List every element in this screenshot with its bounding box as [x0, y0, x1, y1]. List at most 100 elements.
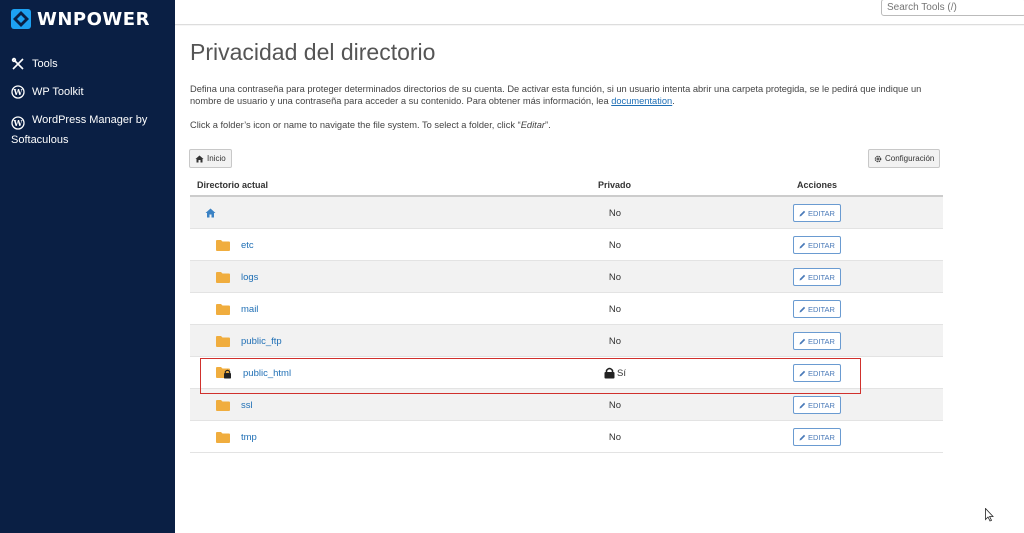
dir-cell: ssl — [204, 389, 253, 421]
folder-name-link[interactable]: public_html — [243, 368, 291, 379]
private-cell: No — [608, 303, 622, 315]
sidebar-nav: Tools W WP Toolkit W WordPress Manager b… — [0, 50, 175, 154]
edit-button[interactable]: EDITAR — [793, 300, 841, 318]
home-button[interactable]: Inicio — [189, 149, 232, 168]
edit-button[interactable]: EDITAR — [793, 332, 841, 350]
svg-text:W: W — [13, 118, 24, 128]
private-cell: No — [608, 271, 622, 283]
folder-icon[interactable] — [216, 335, 230, 347]
brand-logo[interactable]: WNPOWER — [10, 8, 150, 30]
edit-button-label: EDITAR — [808, 400, 835, 410]
folder-name-link[interactable]: logs — [241, 272, 258, 283]
tools-icon — [11, 57, 24, 70]
table-row: logs No EDITAR — [190, 261, 943, 293]
private-cell: No — [608, 399, 622, 411]
folder-name-link[interactable]: ssl — [241, 400, 253, 411]
wordpress-icon: W — [11, 85, 25, 99]
dir-cell: logs — [204, 261, 258, 293]
table-row: No EDITAR — [190, 197, 943, 229]
table-row: etc No EDITAR — [190, 229, 943, 261]
edit-button-label: EDITAR — [808, 432, 835, 442]
lock-icon — [604, 367, 615, 379]
folder-icon[interactable] — [216, 399, 230, 411]
sidebar-item-label: Tools — [32, 58, 58, 70]
col-header-actions: Acciones — [797, 180, 838, 190]
sidebar-item-wordpress-manager[interactable]: W WordPress Manager by Softaculous — [0, 106, 175, 154]
edit-button[interactable]: EDITAR — [793, 396, 841, 414]
edit-button-label: EDITAR — [808, 336, 835, 346]
home-icon — [195, 155, 204, 162]
home-icon[interactable] — [205, 208, 216, 218]
folder-name-link[interactable]: mail — [241, 304, 258, 315]
hint-emphasis: Editar — [520, 120, 546, 130]
top-bar — [175, 0, 1024, 25]
dir-cell: public_html — [204, 357, 291, 389]
pencil-icon — [799, 210, 806, 216]
documentation-link[interactable]: documentation — [611, 96, 672, 106]
edit-button[interactable]: EDITAR — [793, 204, 841, 222]
private-cell: No — [608, 431, 622, 443]
settings-button[interactable]: Configuración — [868, 149, 941, 168]
dir-cell: etc — [204, 229, 254, 261]
edit-button-label: EDITAR — [808, 272, 835, 282]
edit-button-label: EDITAR — [808, 240, 835, 250]
dir-cell: mail — [204, 293, 258, 325]
page-title: Privacidad del directorio — [190, 39, 436, 65]
edit-button-label: EDITAR — [808, 368, 835, 378]
search-input[interactable] — [881, 0, 1024, 16]
pencil-icon — [799, 370, 806, 376]
hint-suffix: ”. — [545, 120, 551, 130]
dir-cell: public_ftp — [204, 325, 282, 357]
sidebar-item-tools[interactable]: Tools — [0, 50, 175, 78]
navigation-hint: Click a folder’s icon or name to navigat… — [190, 120, 551, 130]
dir-cell: tmp — [204, 421, 257, 453]
description-text: Defina una contraseña para proteger dete… — [190, 84, 922, 106]
pencil-icon — [799, 306, 806, 312]
edit-button[interactable]: EDITAR — [793, 364, 841, 382]
sidebar-item-label: WP Toolkit — [32, 86, 84, 98]
table-row: tmp No EDITAR — [190, 421, 943, 453]
col-header-private: Privado — [598, 180, 632, 190]
brand-logo-icon — [11, 9, 31, 29]
gear-icon — [874, 155, 882, 162]
folder-name-link[interactable]: etc — [241, 240, 254, 251]
pencil-icon — [799, 242, 806, 248]
edit-button[interactable]: EDITAR — [793, 428, 841, 446]
table-row: ssl No EDITAR — [190, 389, 943, 421]
settings-button-label: Configuración — [885, 154, 935, 163]
mouse-cursor-icon — [985, 508, 994, 522]
edit-button[interactable]: EDITAR — [793, 268, 841, 286]
folder-icon[interactable] — [216, 271, 230, 283]
folder-icon[interactable] — [216, 239, 230, 251]
pencil-icon — [799, 402, 806, 408]
edit-button-label: EDITAR — [808, 208, 835, 218]
pencil-icon — [799, 274, 806, 280]
folder-name-link[interactable]: public_ftp — [241, 336, 282, 347]
col-header-dir: Directorio actual — [197, 180, 269, 190]
locked-folder-icon[interactable] — [216, 367, 232, 379]
private-cell: No — [608, 239, 622, 251]
folder-icon[interactable] — [216, 303, 230, 315]
folder-icon[interactable] — [216, 431, 230, 443]
table-header: Directorio actual Privado Acciones — [190, 176, 943, 197]
page-description: Defina una contraseña para proteger dete… — [190, 84, 922, 106]
dir-cell — [204, 197, 216, 229]
sidebar-item-label: WordPress Manager by Softaculous — [11, 114, 148, 146]
edit-button-label: EDITAR — [808, 304, 835, 314]
directory-table: Directorio actual Privado Acciones No ED… — [190, 176, 943, 453]
pencil-icon — [799, 338, 806, 344]
table-row: mail No EDITAR — [190, 293, 943, 325]
sidebar-item-wp-toolkit[interactable]: W WP Toolkit — [0, 78, 175, 106]
brand-name: WNPOWER — [37, 8, 150, 30]
svg-text:W: W — [13, 87, 24, 97]
private-cell: No — [608, 207, 622, 219]
home-button-label: Inicio — [207, 154, 226, 163]
table-row: public_html Sí EDITAR — [190, 357, 943, 389]
main-content: Privacidad del directorio Defina una con… — [175, 26, 1024, 533]
private-cell: No — [608, 335, 622, 347]
edit-button[interactable]: EDITAR — [793, 236, 841, 254]
table-row: public_ftp No EDITAR — [190, 325, 943, 357]
folder-name-link[interactable]: tmp — [241, 432, 257, 443]
hint-text: Click a folder’s icon or name to navigat… — [190, 120, 521, 130]
private-value: Sí — [617, 367, 626, 379]
